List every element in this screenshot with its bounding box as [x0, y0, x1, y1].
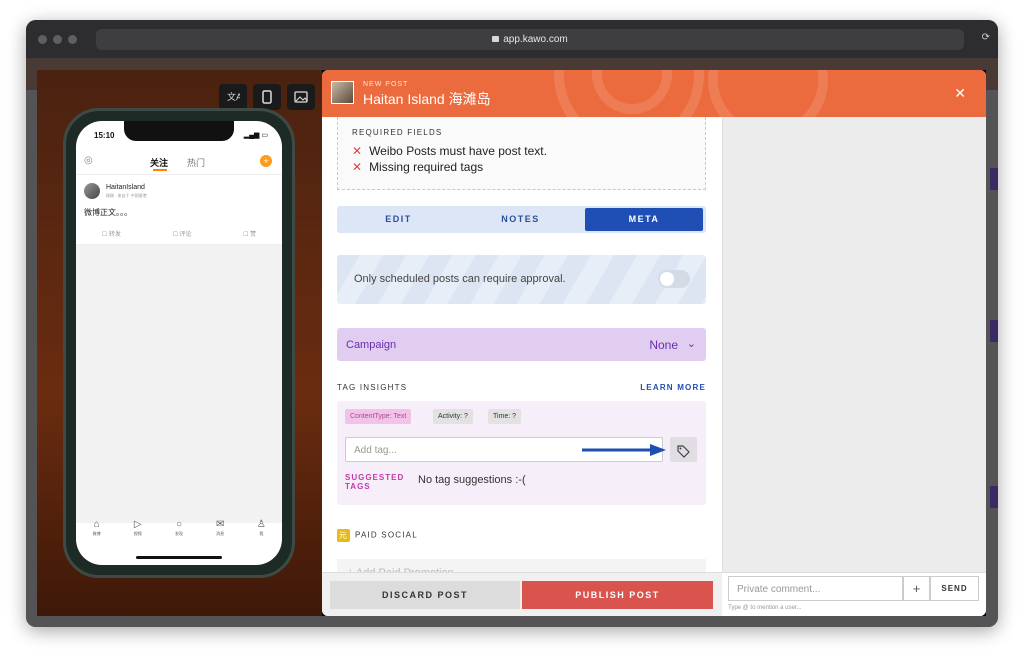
nav-message-icon: ✉ 消息 [215, 519, 225, 536]
weibo-screen: 15:10 ▂▄▆ ▭ ◎ 关注 热门 + HaitanIsland 刚刚 · … [76, 121, 282, 565]
tab-following: 关注 [150, 158, 169, 168]
address-bar[interactable]: app.kawo.com [96, 29, 964, 50]
required-item: ✕ Weibo Posts must have post text. [352, 144, 547, 158]
post-thumbnail [331, 81, 354, 104]
editor-tabs: EDIT NOTES META [337, 206, 706, 233]
tab-meta[interactable]: META [585, 208, 703, 231]
comment-footer: Private comment... + SEND Type @ to ment… [722, 572, 986, 616]
nav-video-icon: ▷ 视频 [133, 519, 142, 536]
discard-post-button[interactable]: DISCARD POST [330, 581, 520, 609]
camera-icon: ◎ [84, 155, 93, 166]
phone-icon[interactable] [253, 84, 281, 110]
header-kicker: NEW POST [363, 81, 409, 88]
modal-header: NEW POST Haitan Island 海滩岛 ✕ [322, 70, 986, 117]
comment-action: ☐ 评论 [172, 232, 192, 238]
add-tag-placeholder: Add tag... [354, 445, 397, 456]
avatar [84, 183, 100, 199]
like-action: ☐ 赞 [243, 232, 257, 238]
post-text: 微博正文。。。 [84, 208, 132, 217]
weibo-header: ◎ 关注 热门 + [76, 153, 282, 175]
repost-action: ☐ 转发 [101, 232, 121, 238]
weibo-post: HaitanIsland 刚刚 · 来自于 中国香港 微博正文。。。 ☐ 转发 … [76, 179, 282, 245]
approval-label: Only scheduled posts can require approva… [354, 273, 566, 285]
post-actions: ☐ 转发 ☐ 评论 ☐ 赞 [76, 229, 282, 238]
phone-mockup: 15:10 ▂▄▆ ▭ ◎ 关注 热门 + HaitanIsland 刚刚 · … [63, 108, 295, 578]
phone-notch [124, 121, 234, 141]
post-meta: 刚刚 · 来自于 中国香港 [106, 193, 147, 198]
error-x-icon: ✕ [352, 160, 363, 174]
home-indicator [136, 556, 222, 559]
toggle-knob [660, 272, 674, 286]
add-tag-input[interactable]: Add tag... [345, 437, 666, 462]
image-icon[interactable] [287, 84, 315, 110]
comments-pane [722, 117, 986, 572]
browser-titlebar: app.kawo.com ⟳ [26, 20, 998, 58]
approval-toggle[interactable] [658, 270, 690, 288]
weibo-bottom-nav: ⌂ 微博 ▷ 视频 ○ 发现 ✉ 消息 ♙ 我 [76, 519, 282, 545]
campaign-label: Campaign [346, 339, 397, 351]
battery-icon: ▂▄▆ ▭ [243, 132, 268, 139]
calendar-event-bar [990, 320, 998, 342]
required-fields-title: REQUIRED FIELDS [352, 128, 443, 137]
zoom-window-button[interactable] [68, 35, 77, 44]
suggested-tags-label: SUGGESTED TAGS [345, 473, 405, 491]
suggested-tags-text: No tag suggestions :-( [418, 474, 526, 486]
nav-profile-icon: ♙ 我 [256, 519, 266, 536]
tag-chip[interactable]: Activity: ? [433, 409, 473, 424]
weibo-feed [76, 245, 282, 523]
lock-icon [492, 36, 500, 42]
tab-edit[interactable]: EDIT [339, 208, 458, 231]
yuan-icon: 元 [337, 529, 350, 542]
learn-more-link[interactable]: LEARN MORE [640, 383, 706, 392]
modal-footer: DISCARD POST PUBLISH POST [322, 572, 722, 616]
post-editor-modal: NEW POST Haitan Island 海滩岛 ✕ REQUIRED FI… [322, 70, 986, 616]
campaign-select[interactable]: Campaign None ⌄ [337, 328, 706, 361]
tab-notes[interactable]: NOTES [461, 208, 580, 231]
private-comment-input[interactable]: Private comment... [728, 576, 903, 601]
translate-icon[interactable]: 文A [219, 84, 247, 110]
minimize-window-button[interactable] [53, 35, 62, 44]
tag-insights-title: TAG INSIGHTS [337, 383, 408, 392]
tag-icon[interactable] [670, 437, 697, 462]
nav-home-icon: ⌂ 微博 [92, 519, 101, 536]
post-preview-panel: 文A 15:10 ▂▄▆ ▭ ◎ 关注 热门 + HaitanIsland 刚刚… [37, 70, 322, 616]
paid-social-title: 元 PAID SOCIAL [337, 529, 418, 542]
post-title: Haitan Island 海滩岛 [363, 91, 491, 107]
reload-icon[interactable]: ⟳ [982, 32, 990, 43]
tab-hot: 热门 [187, 158, 206, 168]
post-username: HaitanIsland [106, 184, 145, 191]
error-x-icon: ✕ [352, 144, 363, 158]
arrow-right-icon [582, 444, 666, 456]
send-button[interactable]: SEND [930, 576, 979, 601]
calendar-event-bar [990, 168, 998, 190]
mention-hint: Type @ to mention a user... [728, 605, 802, 611]
tag-chip[interactable]: ContentType: Text [345, 409, 412, 424]
header-decoration [708, 70, 828, 117]
add-paid-promotion-button[interactable]: + Add Paid Promotion [337, 559, 706, 572]
tag-insights-box: ContentType: Text Activity: ? Time: ? Ad… [337, 401, 706, 505]
close-window-button[interactable] [38, 35, 47, 44]
tag-chip[interactable]: Time: ? [488, 409, 522, 424]
add-attachment-button[interactable]: + [903, 576, 930, 601]
campaign-value: None [649, 338, 678, 352]
tab-underline [153, 169, 167, 171]
plus-icon: + [260, 155, 272, 167]
svg-text:文A: 文A [227, 91, 240, 103]
required-item: ✕ Missing required tags [352, 160, 484, 174]
publish-post-button[interactable]: PUBLISH POST [522, 581, 713, 609]
nav-discover-icon: ○ 发现 [174, 519, 183, 536]
required-fields-box: REQUIRED FIELDS ✕ Weibo Posts must have p… [337, 117, 706, 190]
calendar-event-bar [990, 486, 998, 508]
status-time: 15:10 [94, 131, 115, 140]
chevron-down-icon: ⌄ [686, 338, 696, 350]
approval-row: Only scheduled posts can require approva… [337, 255, 706, 304]
close-icon[interactable]: ✕ [954, 85, 966, 102]
url-text: app.kawo.com [503, 34, 568, 45]
meta-pane: REQUIRED FIELDS ✕ Weibo Posts must have p… [322, 117, 722, 572]
